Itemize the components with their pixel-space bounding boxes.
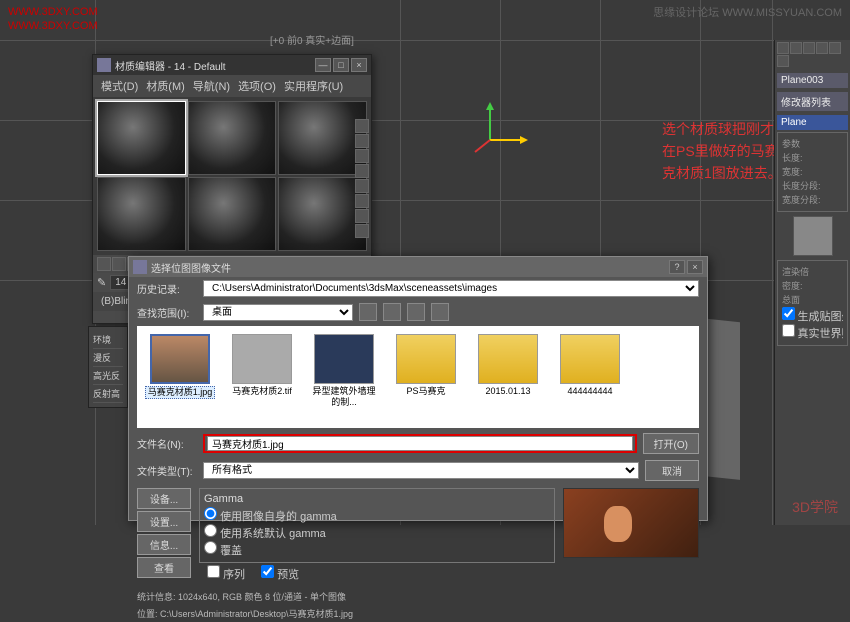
cancel-button[interactable]: 取消 [645,460,699,481]
open-button[interactable]: 打开(O) [643,433,699,454]
max-icon[interactable]: □ [333,58,349,72]
dropper-icon[interactable]: ✎ [97,276,106,289]
material-slot[interactable] [97,177,186,251]
file-item[interactable]: PS马赛克 [391,334,461,397]
watermark-top: WWW.3DXY.COM [8,20,98,32]
material-slot[interactable] [97,101,186,175]
params-rollout: 参数 长度: 宽度: 长度分段: 宽度分段: [777,132,848,212]
header-bar: WWW.3DXY.COM 思缘设计论坛 WWW.MISSYUAN.COM [0,0,850,24]
mat-title: 材质编辑器 - 14 - Default [115,58,315,73]
file-open-dialog: 选择位图图像文件 ?× 历史记录: C:\Users\Administrator… [128,256,708,521]
material-slot[interactable] [278,177,367,251]
gamma-group: Gamma 使用图像自身的 gamma 使用系统默认 gamma 覆盖 [199,488,555,563]
material-slot[interactable] [278,101,367,175]
watermark-logo: 3D学院 [792,497,838,517]
mat-app-icon [97,58,111,72]
modifier-list-header[interactable]: 修改器列表 [777,92,848,111]
command-panel: Plane003 修改器列表 Plane 参数 长度: 宽度: 长度分段: 宽度… [774,40,850,525]
maps-rollout: 环境 漫反 高光反 反射高 [88,326,128,408]
material-slot[interactable] [188,177,277,251]
host-name: WWW.3DXY.COM [8,6,98,18]
close-icon[interactable]: × [351,58,367,72]
modifier-item[interactable]: Plane [777,115,848,130]
dlg-close-icon[interactable]: × [687,260,703,274]
dlg-app-icon [133,260,147,274]
panel-tabs[interactable] [775,40,850,69]
scope-label: 查找范围(I): [137,305,197,320]
back-icon[interactable] [359,303,377,321]
material-slot[interactable] [188,101,277,175]
render-rollout: 渲染倍 密度: 总面 生成贴图坐标 真实世界贴 [777,260,848,346]
cb-realworld[interactable] [782,324,795,337]
dlg-help-icon[interactable]: ? [669,260,685,274]
gamma-radio-image[interactable] [204,507,217,520]
gamma-radio-override[interactable] [204,541,217,554]
filename-input[interactable] [207,436,633,451]
scope-select[interactable]: 桌面 [203,304,353,321]
sequence-checkbox[interactable] [207,565,220,578]
info-button[interactable]: 信息... [137,534,191,555]
history-select[interactable]: C:\Users\Administrator\Documents\3dsMax\… [203,280,699,297]
cb-genmap[interactable] [782,307,795,320]
site-name: 思缘设计论坛 WWW.MISSYUAN.COM [653,4,842,20]
file-item[interactable]: 马赛克材质1.jpg [145,334,215,399]
view-button[interactable]: 查看 [137,557,191,578]
filetype-select[interactable]: 所有格式 [203,462,639,479]
view-icon[interactable] [431,303,449,321]
gamma-radio-system[interactable] [204,524,217,537]
mat-title-bar[interactable]: 材质编辑器 - 14 - Default —□× [93,55,371,75]
material-slots [93,97,371,255]
newfolder-icon[interactable] [407,303,425,321]
preview-checkbox[interactable] [261,565,274,578]
up-icon[interactable] [383,303,401,321]
file-browser[interactable]: 马赛克材质1.jpg 马赛克材质2.tif 异型建筑外墙理的制... PS马赛克… [137,326,699,428]
filename-label: 文件名(N): [137,436,197,451]
history-label: 历史记录: [137,281,197,296]
file-item[interactable]: 马赛克材质2.tif [227,334,297,397]
image-preview [563,488,699,558]
dlg-title-bar[interactable]: 选择位图图像文件 ?× [129,257,707,277]
coord-gizmo[interactable] [470,100,530,160]
location-text: 位置: C:\Users\Administrator\Desktop\马赛克材质… [129,605,707,622]
min-icon[interactable]: — [315,58,331,72]
annotation-text: 选个材质球把刚才在PS里做好的马赛克材质1图放进去。 [662,118,782,184]
mat-vtools[interactable] [355,119,369,238]
stats-text: 统计信息: 1024x640, RGB 颜色 8 位/通道 - 单个图像 [129,588,707,605]
file-item[interactable]: 2015.01.13 [473,334,543,397]
mat-menu[interactable]: 模式(D) 材质(M) 导航(N) 选项(O) 实用程序(U) [93,75,371,97]
file-item[interactable]: 444444444 [555,334,625,397]
dlg-title: 选择位图图像文件 [151,260,669,275]
devices-button[interactable]: 设备... [137,488,191,509]
file-item[interactable]: 异型建筑外墙理的制... [309,334,379,408]
filetype-label: 文件类型(T): [137,463,197,478]
viewport-label[interactable]: [+0 前0 真实+边面] [270,32,354,47]
preview-cube-icon [793,216,833,256]
setup-button[interactable]: 设置... [137,511,191,532]
object-name[interactable]: Plane003 [777,73,848,88]
